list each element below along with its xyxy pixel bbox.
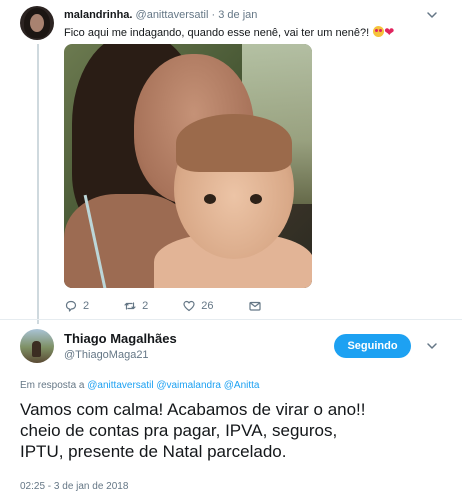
envelope-icon bbox=[248, 301, 261, 311]
quoted-author-name[interactable]: malandrinha. bbox=[64, 9, 132, 21]
following-button[interactable]: Seguindo bbox=[334, 334, 411, 358]
mention-link[interactable]: @anittaversatil bbox=[87, 380, 153, 391]
reply-count: 2 bbox=[83, 300, 90, 312]
red-heart-emoji-icon: ❤ bbox=[384, 25, 395, 39]
direct-message-action[interactable] bbox=[248, 299, 262, 313]
main-tweet-timestamp[interactable]: 02:25 - 3 de jan de 2018 bbox=[20, 481, 128, 492]
reply-context: Em resposta a @anittaversatil @vaimaland… bbox=[20, 380, 259, 391]
like-count: 26 bbox=[201, 300, 214, 312]
main-tweet-text-line: Vamos com calma! Acabamos de virar o ano… bbox=[20, 400, 366, 419]
tweet-photo[interactable] bbox=[64, 44, 312, 288]
quoted-tweet-header: malandrinha. @anittaversatil · 3 de jan bbox=[64, 9, 257, 21]
main-author-handle[interactable]: @ThiagoMaga21 bbox=[64, 349, 149, 361]
quoted-tweet-date[interactable]: 3 de jan bbox=[218, 9, 257, 21]
chevron-down-icon[interactable] bbox=[425, 339, 439, 353]
main-tweet-text: Vamos com calma! Acabamos de virar o ano… bbox=[20, 399, 450, 462]
reply-context-prefix: Em resposta a bbox=[20, 380, 85, 391]
quoted-tweet-text-body: Fico aqui me indagando, quando esse nenê… bbox=[64, 27, 370, 39]
retweet-count: 2 bbox=[142, 300, 149, 312]
dot-separator: · bbox=[211, 9, 216, 21]
quoted-author-avatar[interactable] bbox=[20, 6, 54, 40]
retweet-icon bbox=[124, 302, 136, 310]
retweet-action[interactable]: 2 bbox=[123, 299, 148, 313]
reply-action[interactable]: 2 bbox=[64, 299, 89, 313]
mention-link[interactable]: @Anitta bbox=[224, 380, 260, 391]
like-action[interactable]: 26 bbox=[182, 299, 214, 313]
main-tweet-text-line: cheio de contas pra pagar, IPVA, seguros… bbox=[20, 421, 338, 440]
chevron-down-icon[interactable] bbox=[425, 8, 439, 22]
heart-icon bbox=[183, 300, 195, 312]
mention-link[interactable]: @vaimalandra bbox=[156, 380, 221, 391]
main-author-name[interactable]: Thiago Magalhães bbox=[64, 331, 177, 346]
quoted-tweet-actions: 2 2 26 bbox=[64, 299, 296, 313]
quoted-author-handle[interactable]: @anittaversatil bbox=[136, 9, 209, 21]
main-author-avatar[interactable] bbox=[20, 329, 54, 363]
heart-eyes-emoji-icon bbox=[373, 26, 385, 37]
thread-connector-line bbox=[37, 44, 39, 324]
reply-icon bbox=[65, 300, 77, 312]
tweet-divider bbox=[0, 319, 462, 320]
quoted-tweet-text: Fico aqui me indagando, quando esse nenê… bbox=[64, 25, 394, 39]
main-tweet-text-line: IPTU, presente de Natal parcelado. bbox=[20, 442, 287, 461]
